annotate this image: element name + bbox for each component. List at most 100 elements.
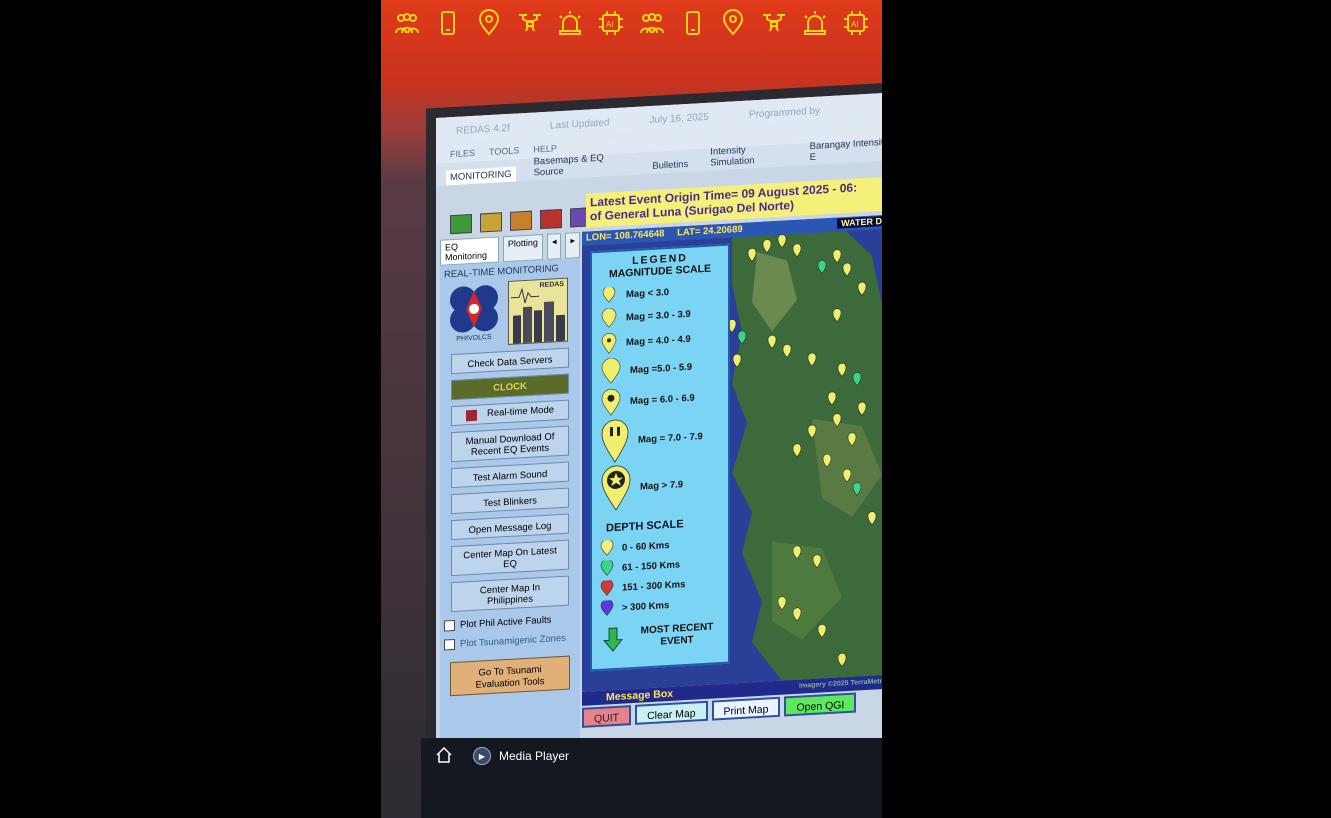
play-icon: ▶ — [473, 747, 491, 765]
swatch-red[interactable] — [540, 208, 562, 230]
event-marker[interactable] — [762, 239, 772, 253]
phivolcs-emblem-icon — [450, 285, 498, 333]
earthquake-map[interactable]: LON= 108.764648 LAT= 24.20689 WATER DEP … — [582, 213, 882, 692]
open-message-log-button[interactable]: Open Message Log — [451, 513, 569, 541]
mag-marker-icon — [601, 333, 617, 354]
tab-bulletins[interactable]: Bulletins — [648, 157, 692, 174]
video-frame: AI AI REDAS 4.2f Last Updated July 16, 2… — [381, 0, 882, 818]
event-marker[interactable] — [782, 344, 792, 358]
tab-plotting[interactable]: Plotting — [502, 234, 543, 263]
event-marker[interactable] — [842, 468, 852, 483]
event-marker[interactable] — [777, 234, 787, 249]
legend-mag-row: Mag = 7.0 - 7.9 — [600, 412, 728, 465]
home-icon[interactable] — [435, 746, 453, 764]
tab-monitoring[interactable]: MONITORING — [446, 166, 516, 186]
left-panel: EQ Monitoring Plotting ◂ ▸ REAL-TIME MON… — [440, 231, 580, 760]
event-marker[interactable] — [792, 443, 802, 458]
phone-icon — [433, 8, 463, 38]
most-recent-label: MOST RECENT EVENT — [640, 621, 714, 648]
test-blinkers-button[interactable]: Test Blinkers — [451, 487, 569, 515]
event-marker[interactable] — [857, 281, 867, 296]
event-marker[interactable] — [837, 363, 847, 377]
event-marker[interactable] — [832, 249, 842, 263]
legend-depth-label: 0 - 60 Kms — [622, 539, 670, 554]
tab-basemaps[interactable]: Basemaps & EQ Source — [530, 149, 635, 181]
manual-download-button[interactable]: Manual Download Of Recent EQ Events — [451, 425, 569, 463]
check-data-servers-button[interactable]: Check Data Servers — [451, 347, 569, 375]
event-marker[interactable] — [847, 432, 857, 447]
legend-mag-label: Mag = 6.0 - 6.9 — [630, 392, 695, 407]
event-marker[interactable] — [817, 624, 827, 638]
app-version: REDAS 4.2f — [456, 122, 510, 137]
event-marker[interactable] — [827, 391, 837, 406]
event-marker[interactable] — [832, 413, 842, 427]
event-marker[interactable] — [807, 352, 817, 367]
media-player-item[interactable]: ▶ Media Player — [473, 747, 569, 765]
tsunamigenic-zones-checkbox[interactable]: Plot Tsunamigenic Zones — [444, 632, 580, 651]
event-marker[interactable] — [867, 511, 877, 526]
quit-button[interactable]: QUIT — [582, 705, 632, 728]
last-updated-date: July 16, 2025 — [649, 111, 709, 126]
checkbox-box[interactable] — [444, 619, 455, 632]
tab-scroll-left[interactable]: ◂ — [546, 232, 562, 260]
menu-files[interactable]: FILES — [450, 148, 475, 159]
swatch-yellow[interactable] — [480, 212, 502, 233]
test-alarm-button[interactable]: Test Alarm Sound — [451, 461, 569, 489]
icon-banner: AI AI — [381, 0, 882, 46]
swatch-orange[interactable] — [510, 210, 532, 231]
svg-text:AI: AI — [606, 20, 614, 29]
mag-marker-icon — [601, 465, 631, 511]
event-marker[interactable] — [737, 330, 747, 345]
swatch-green[interactable] — [450, 213, 472, 235]
mag-marker-icon — [601, 388, 621, 416]
event-marker[interactable] — [792, 607, 802, 622]
event-marker[interactable] — [812, 554, 822, 569]
checkbox-box[interactable] — [444, 638, 455, 651]
event-marker[interactable] — [852, 482, 862, 496]
redas-window: REDAS 4.2f Last Updated July 16, 2025 Pr… — [436, 92, 882, 818]
event-marker[interactable] — [822, 453, 832, 468]
phone-icon — [678, 8, 708, 38]
center-latest-eq-button[interactable]: Center Map On Latest EQ — [451, 539, 569, 577]
event-marker[interactable] — [747, 248, 757, 262]
programmed-by-label: Programmed by — [748, 105, 821, 121]
svg-text:AI: AI — [851, 20, 859, 29]
event-marker[interactable] — [857, 401, 867, 416]
redas-label: REDAS — [539, 280, 564, 290]
legend-mag-label: Mag > 7.9 — [640, 478, 684, 493]
realtime-mode-label: Real-time Mode — [486, 404, 555, 420]
event-marker[interactable] — [842, 262, 852, 277]
center-philippines-button[interactable]: Center Map In Philippines — [451, 575, 569, 613]
tab-barangay-intensity[interactable]: Barangay Intensity E — [806, 134, 882, 165]
event-marker[interactable] — [832, 308, 842, 322]
clear-map-button[interactable]: Clear Map — [635, 700, 708, 725]
event-marker[interactable] — [777, 596, 787, 611]
event-marker[interactable] — [837, 653, 847, 667]
tab-scroll-right[interactable]: ▸ — [565, 231, 580, 259]
last-updated-label: Last Updated — [549, 116, 610, 132]
event-marker[interactable] — [732, 353, 742, 368]
realtime-mode-button[interactable]: Real-time Mode — [451, 399, 569, 427]
taskbar: ▶ Media Player — [421, 738, 882, 818]
drone-icon — [759, 8, 789, 38]
event-marker[interactable] — [807, 424, 817, 439]
message-box-label: Message Box — [606, 687, 674, 704]
tab-eq-monitoring[interactable]: EQ Monitoring — [440, 236, 499, 266]
tab-intensity-simulation[interactable]: Intensity Simulation — [706, 140, 791, 171]
print-map-button[interactable]: Print Map — [711, 696, 781, 721]
event-marker[interactable] — [767, 334, 777, 349]
menu-tools[interactable]: TOOLS — [489, 145, 519, 157]
realtime-monitoring-panel: REAL-TIME MONITORING PHIVOLCS REDAS Chec… — [440, 257, 580, 756]
event-marker[interactable] — [852, 372, 862, 386]
mag-marker-icon — [601, 357, 621, 384]
event-marker[interactable] — [817, 260, 827, 274]
event-marker[interactable] — [792, 243, 802, 258]
mag-marker-icon — [601, 308, 617, 328]
event-marker[interactable] — [792, 545, 802, 560]
active-faults-checkbox[interactable]: Plot Phil Active Faults — [444, 613, 580, 632]
ai-chip-icon: AI — [841, 8, 871, 38]
tsunami-tools-button[interactable]: Go To Tsunami Evaluation Tools — [450, 655, 570, 697]
phivolcs-label: PHIVOLCS — [456, 333, 492, 343]
redas-logo: REDAS — [508, 277, 568, 345]
open-qgis-button[interactable]: Open QGI — [784, 692, 857, 717]
